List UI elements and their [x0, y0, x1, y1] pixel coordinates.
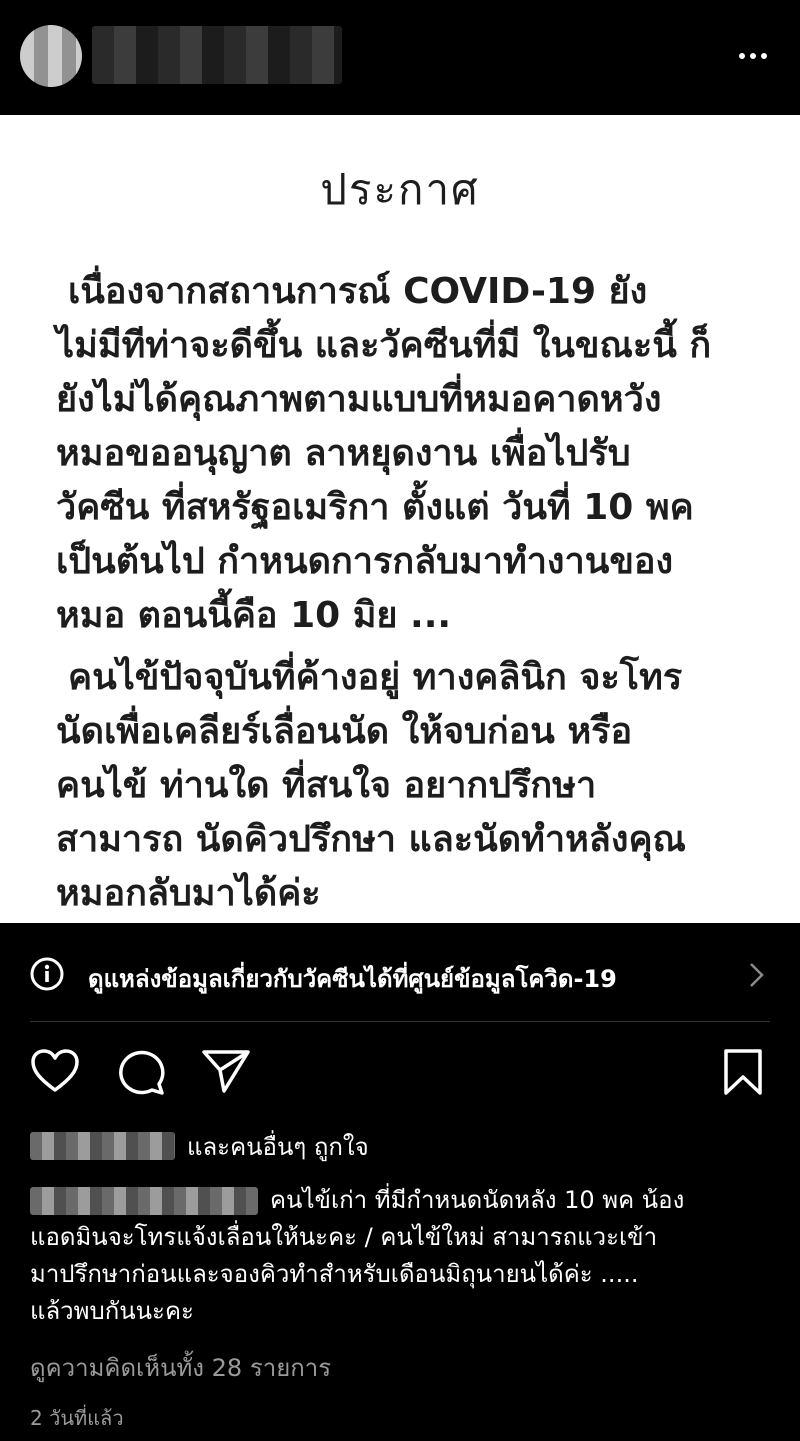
divider — [30, 1021, 770, 1022]
info-icon — [30, 957, 64, 991]
announcement-line: วัคซีน ที่สหรัฐอเมริกา ตั้งแต่ วันที่ 10… — [56, 487, 694, 528]
comment-icon[interactable] — [116, 1048, 166, 1096]
caption-line: มาปรึกษาก่อนและจองคิวทำสำหรับเดือนมิถุนา… — [30, 1260, 639, 1288]
caption-username-blurred[interactable] — [30, 1186, 258, 1215]
announcement-line: เนื่องจากสถานการณ์ COVID-19 ยัง — [68, 271, 648, 312]
avatar[interactable] — [20, 25, 82, 87]
more-options-button[interactable] — [728, 38, 778, 74]
announcement-body: เนื่องจากสถานการณ์ COVID-19 ยัง ไม่มีทีท… — [56, 265, 756, 921]
caption-line: แอดมินจะโทรแจ้งเลื่อนให้นะคะ / คนไข้ใหม่… — [30, 1223, 658, 1251]
announcement-line: หมอ ตอนนี้คือ 10 มิย ... — [56, 595, 452, 636]
bookmark-icon[interactable] — [718, 1048, 768, 1096]
chevron-right-icon — [750, 963, 764, 987]
username-blurred[interactable] — [92, 26, 342, 84]
announcement-line: นัดเพื่อเคลียร์เลื่อนนัด ให้จบก่อน หรือ — [56, 711, 633, 752]
heart-icon[interactable] — [30, 1048, 80, 1094]
post-timestamp: 2 วันที่แล้ว — [30, 1406, 124, 1430]
covid-info-text: ดูแหล่งข้อมูลเกี่ยวกับวัคซีนได้ที่ศูนย์ข… — [88, 965, 617, 993]
announcement-line: ไม่มีทีท่าจะดีขึ้น และวัคซีนที่มี ในขณะน… — [56, 325, 712, 366]
send-icon[interactable] — [200, 1048, 252, 1094]
liker-name-blurred[interactable] — [30, 1132, 175, 1160]
announcement-line: ยังไม่ได้คุณภาพตามแบบที่หมอคาดหวัง — [56, 379, 662, 420]
covid-info-banner[interactable]: ดูแหล่งข้อมูลเกี่ยวกับวัคซีนได้ที่ศูนย์ข… — [0, 923, 800, 1023]
dot-icon — [739, 53, 745, 59]
caption-line: คนไข้เก่า ที่มีกำหนดนัดหลัง 10 พค น้อง — [270, 1186, 685, 1214]
announcement-title: ประกาศ — [320, 165, 480, 214]
announcement-line: เป็นต้นไป กำหนดการกลับมาทำงานของ — [56, 541, 674, 582]
post-image[interactable]: ประกาศ เนื่องจากสถานการณ์ COVID-19 ยัง ไ… — [0, 115, 800, 923]
dot-icon — [761, 53, 767, 59]
caption-line: แล้วพบกันนะคะ — [30, 1297, 194, 1325]
post-header — [0, 0, 800, 115]
likes-text: และคนอื่นๆ ถูกใจ — [187, 1132, 369, 1161]
likes-summary[interactable]: และคนอื่นๆ ถูกใจ — [30, 1128, 369, 1164]
announcement-line: หมอขออนุญาต ลาหยุดงาน เพื่อไปรับ — [56, 433, 631, 474]
announcement-line: คนไข้ ท่านใด ที่สนใจ อยากปรึกษา — [56, 765, 597, 806]
view-all-comments-link[interactable]: ดูความคิดเห็นทั้ง 28 รายการ — [30, 1348, 331, 1387]
dot-icon — [750, 53, 756, 59]
announcement-line: สามารถ นัดคิวปรึกษา และนัดทำหลังคุณ — [56, 819, 686, 860]
caption-first-line: คนไข้เก่า ที่มีกำหนดนัดหลัง 10 พค น้อง — [30, 1182, 775, 1219]
announcement-line: หมอกลับมาได้ค่ะ — [56, 873, 321, 914]
announcement-line: คนไข้ปัจจุบันที่ค้างอยู่ ทางคลินิก จะโทร — [68, 657, 683, 698]
post-caption: คนไข้เก่า ที่มีกำหนดนัดหลัง 10 พค น้อง แ… — [30, 1182, 775, 1330]
